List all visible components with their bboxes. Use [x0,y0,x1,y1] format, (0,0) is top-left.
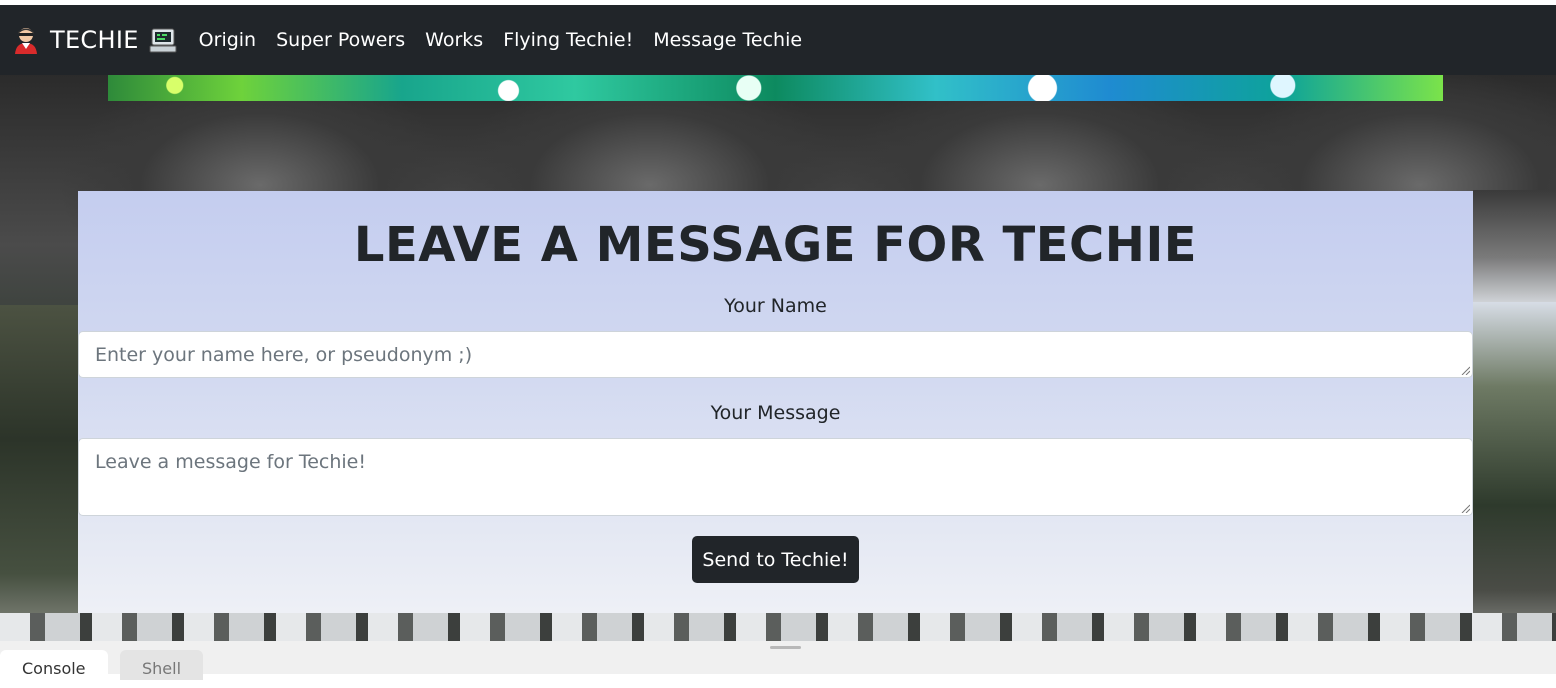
background-stream [0,613,1556,641]
resize-grip-icon[interactable] [1460,365,1470,375]
nav-link-works[interactable]: Works [425,29,483,51]
computer-emoji-icon [149,26,177,54]
navbar: TECHIE Origin Super Powers Works Flying … [0,5,1556,75]
name-field-placeholder: Enter your name here, or pseudonym ;) [95,344,473,366]
nav-link-origin[interactable]: Origin [199,29,256,51]
brand-link[interactable]: TECHIE [12,26,177,54]
background-forest-left [0,305,80,641]
nav-link-super-powers[interactable]: Super Powers [276,29,405,51]
tab-console[interactable]: Console [0,650,108,680]
devtools-panel: Console Shell [0,641,1556,680]
panel-resize-handle[interactable] [770,646,801,649]
marbled-banner-image [108,75,1443,101]
nav-link-flying-techie[interactable]: Flying Techie! [503,29,633,51]
message-form-card: LEAVE A MESSAGE FOR TECHIE Your Name Ent… [78,191,1473,613]
nav-links: Origin Super Powers Works Flying Techie!… [199,29,822,51]
message-field-placeholder: Leave a message for Techie! [95,451,366,473]
background-rock-right [1473,190,1556,302]
page-title: LEAVE A MESSAGE FOR TECHIE [353,217,1198,273]
tab-shell[interactable]: Shell [120,650,204,680]
background-forest-right [1473,302,1556,641]
nav-link-message-techie[interactable]: Message Techie [653,29,802,51]
resize-grip-icon[interactable] [1460,503,1470,513]
hacker-emoji-icon [12,26,40,54]
name-label: Your Name [724,295,827,317]
message-label: Your Message [710,402,841,424]
name-field[interactable]: Enter your name here, or pseudonym ;) [78,331,1473,378]
brand-title: TECHIE [50,26,139,54]
send-button[interactable]: Send to Techie! [692,536,859,583]
message-field[interactable]: Leave a message for Techie! [78,438,1473,516]
